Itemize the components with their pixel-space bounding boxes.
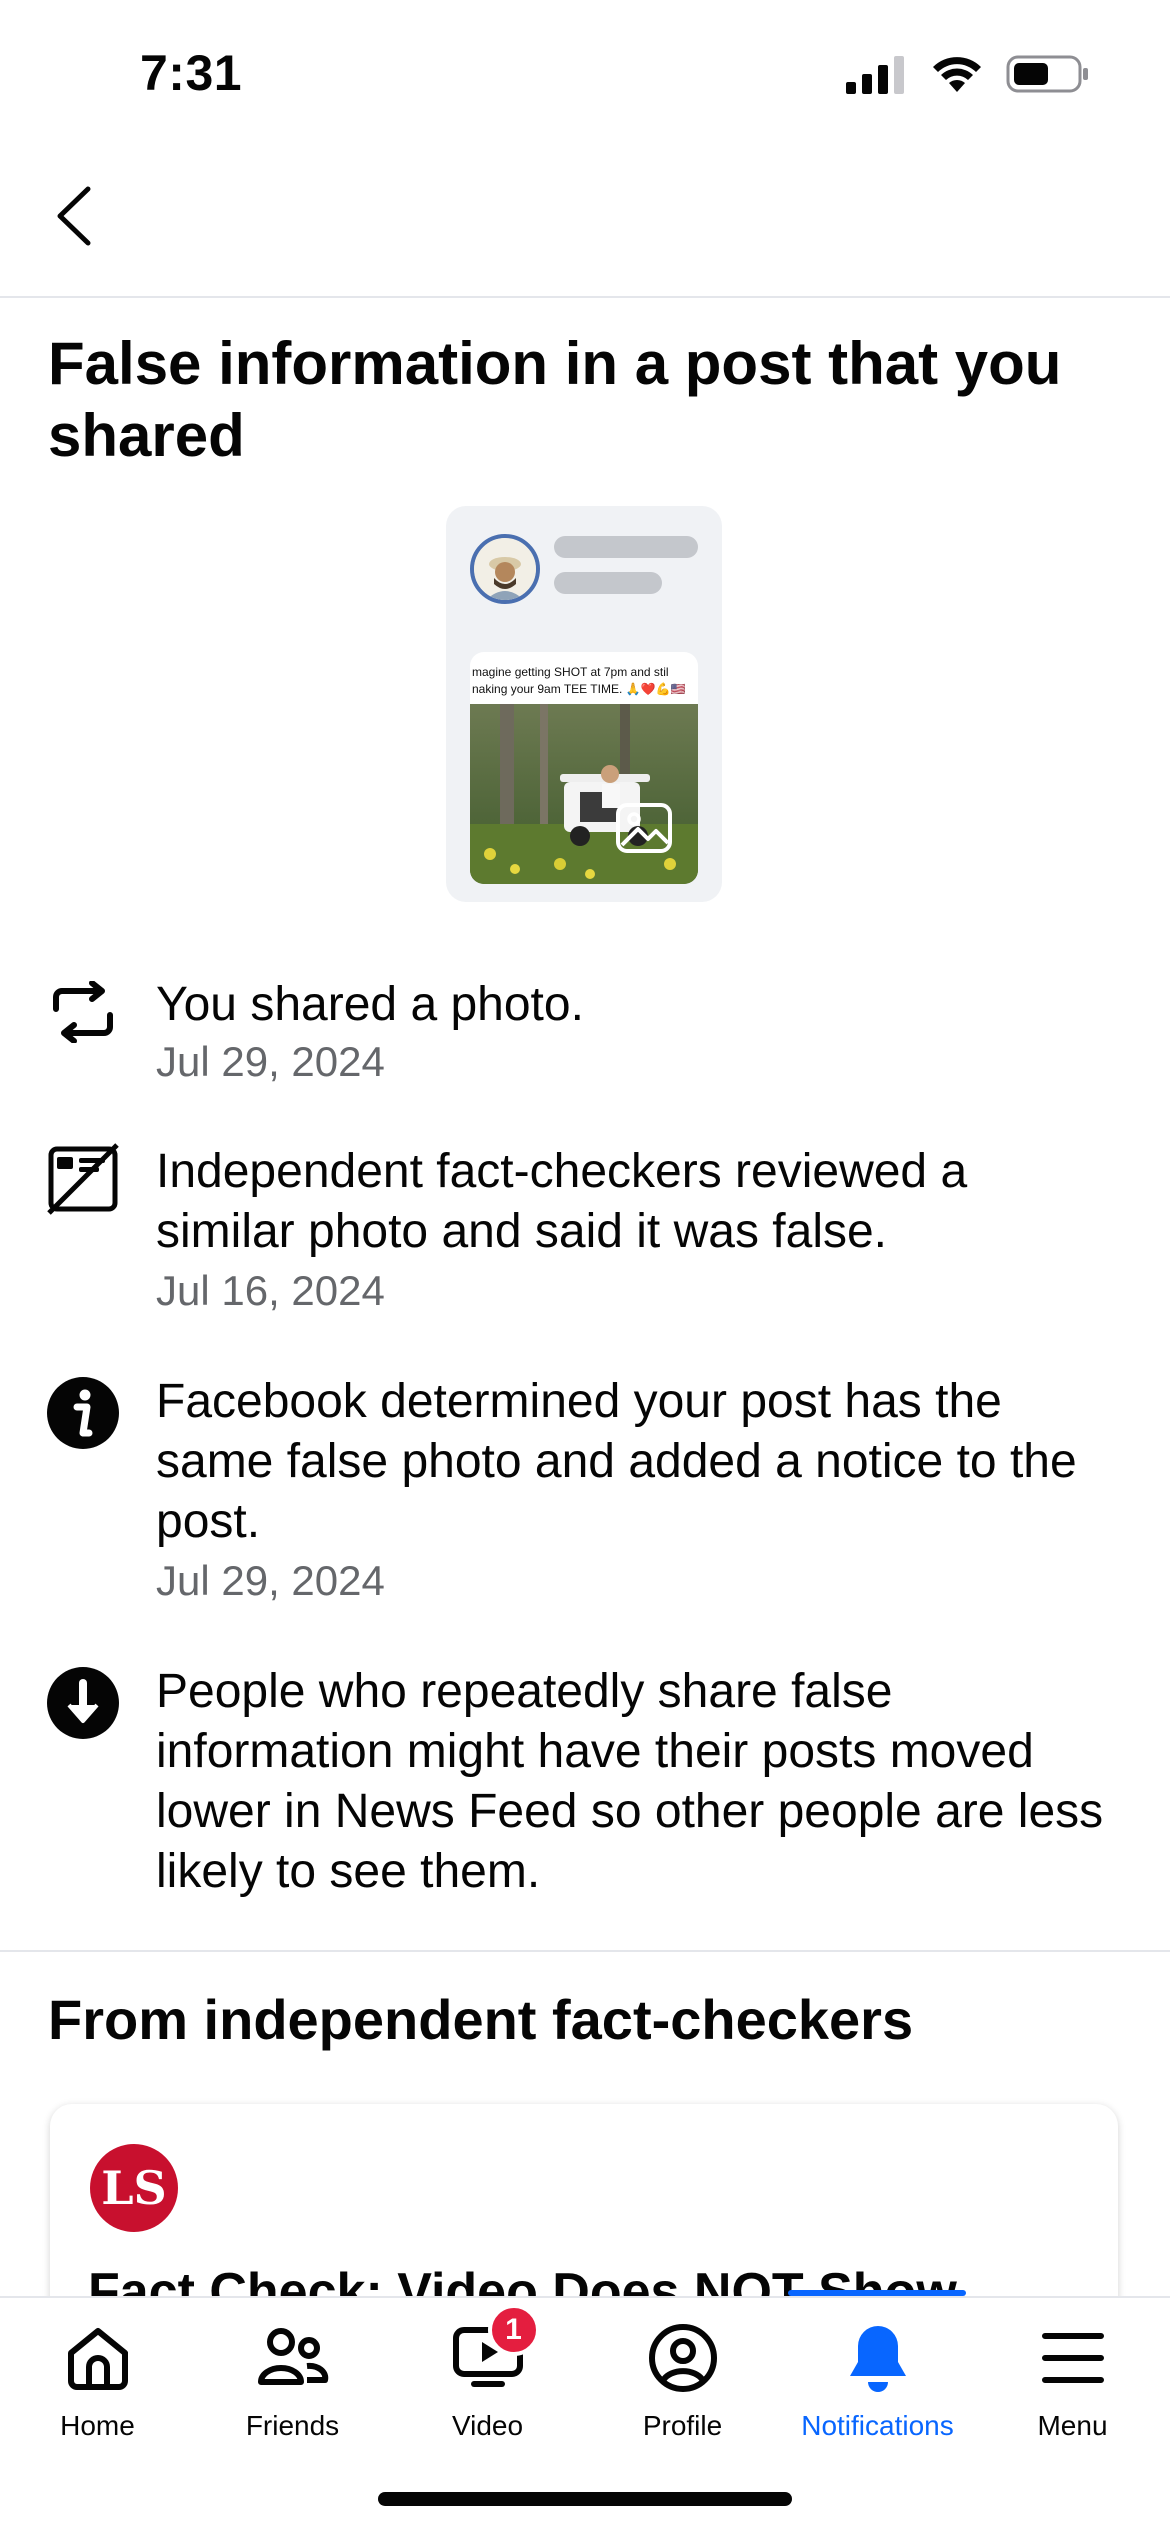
tab-label: Menu (1037, 2410, 1108, 2441)
fact-check-section-title: From independent fact-checkers (48, 1988, 914, 2051)
tab-label: Friends (245, 2410, 340, 2441)
tab-friends[interactable]: Friends (195, 2320, 390, 2450)
home-icon (58, 2320, 138, 2396)
post-text: magine getting SHOT at 7pm and stil naki… (472, 665, 686, 696)
app-screen: 7:31 False information in a post that yo… (0, 0, 1170, 2532)
tab-label: Profile (642, 2410, 723, 2441)
timeline-text: You shared a photo. (156, 978, 584, 1031)
timeline-date: Jul 29, 2024 (156, 1557, 385, 1604)
tab-menu[interactable]: Menu (975, 2320, 1170, 2450)
tab-video[interactable]: 1 Video (390, 2304, 585, 2450)
share-repost-icon (46, 975, 120, 1049)
tab-label: Notifications (801, 2410, 954, 2441)
info-icon (46, 1376, 120, 1450)
image-icon (616, 803, 672, 858)
page-title: False information in a post that you sha… (48, 330, 1062, 469)
home-indicator (378, 2492, 792, 2506)
wifi-icon (930, 54, 984, 99)
avatar (470, 534, 540, 604)
profile-icon (643, 2320, 723, 2396)
timeline-text: Independent fact-checkers reviewed a sim… (156, 1145, 968, 1258)
tab-profile[interactable]: Profile (585, 2320, 780, 2450)
post-photo (470, 704, 698, 884)
timeline-date: Jul 29, 2024 (156, 1038, 385, 1085)
nav-divider (0, 296, 1170, 298)
video-icon: 1 (448, 2304, 540, 2396)
timeline-date: Jul 16, 2024 (156, 1267, 385, 1314)
battery-icon (1006, 54, 1090, 99)
back-button[interactable] (44, 180, 104, 256)
tab-notifications[interactable]: Notifications (780, 2320, 975, 2450)
fact-checker-logo-text: LS (101, 2161, 167, 2215)
tab-home[interactable]: Home (0, 2320, 195, 2450)
placeholder-name-line (554, 536, 698, 558)
post-content: magine getting SHOT at 7pm and stil naki… (470, 652, 698, 884)
bell-icon (838, 2320, 918, 2396)
photo-disabled-icon (46, 1142, 120, 1216)
placeholder-meta-line (554, 572, 662, 594)
fact-checker-logo: LS (86, 2140, 182, 2236)
cellular-signal-icon (846, 54, 908, 99)
chevron-left-icon (54, 185, 94, 252)
timeline-text: People who repeatedly share false inform… (156, 1665, 1104, 1898)
status-time: 7:31 (140, 45, 243, 101)
tab-label: Home (60, 2410, 135, 2441)
tab-label: Video (451, 2410, 524, 2441)
video-badge: 1 (487, 2304, 540, 2356)
timeline-text: Facebook determined your post has the sa… (156, 1375, 1077, 1548)
section-divider (0, 1950, 1170, 1952)
active-tab-indicator (788, 2290, 966, 2296)
friends-icon (253, 2320, 333, 2396)
menu-icon (1033, 2320, 1113, 2396)
post-preview-card[interactable]: magine getting SHOT at 7pm and stil naki… (446, 506, 722, 902)
arrow-down-circle-icon (46, 1666, 120, 1740)
status-icons (846, 54, 1090, 99)
